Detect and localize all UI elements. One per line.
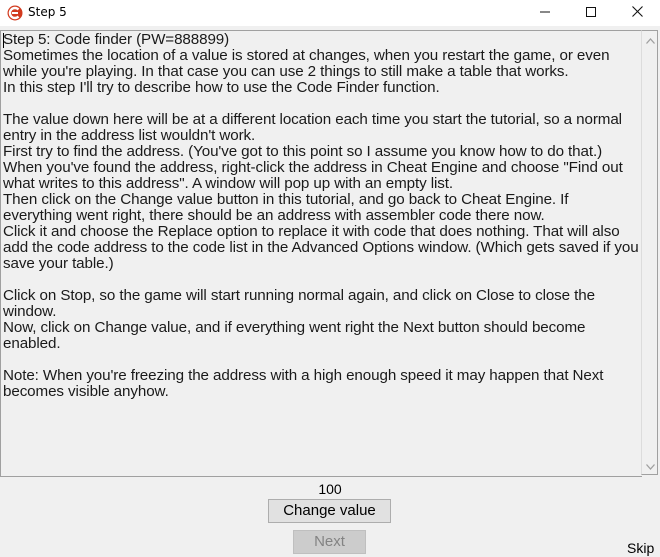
minimize-icon [540,4,550,22]
scroll-down-button[interactable] [642,457,658,474]
window-title: Step 5 [28,5,67,19]
close-button[interactable] [614,0,660,26]
next-button[interactable]: Next [293,530,366,554]
cheat-engine-icon [7,5,23,21]
vertical-scrollbar[interactable] [641,30,658,475]
value-display: 100 [318,481,342,497]
minimize-button[interactable] [522,0,568,26]
tutorial-text-area[interactable]: Step 5: Code finder (PW=888899) Sometime… [0,30,642,477]
change-value-button[interactable]: Change value [268,499,391,523]
chevron-down-icon [645,457,655,475]
maximize-icon [586,4,596,22]
scroll-up-button[interactable] [642,31,658,48]
skip-button[interactable]: Skip [627,540,654,556]
title-bar: Step 5 [0,0,660,26]
maximize-button[interactable] [568,0,614,26]
chevron-up-icon [645,31,655,49]
text-caret [3,33,4,48]
tutorial-text: Step 5: Code finder (PW=888899) Sometime… [3,31,639,400]
close-icon [631,4,643,22]
